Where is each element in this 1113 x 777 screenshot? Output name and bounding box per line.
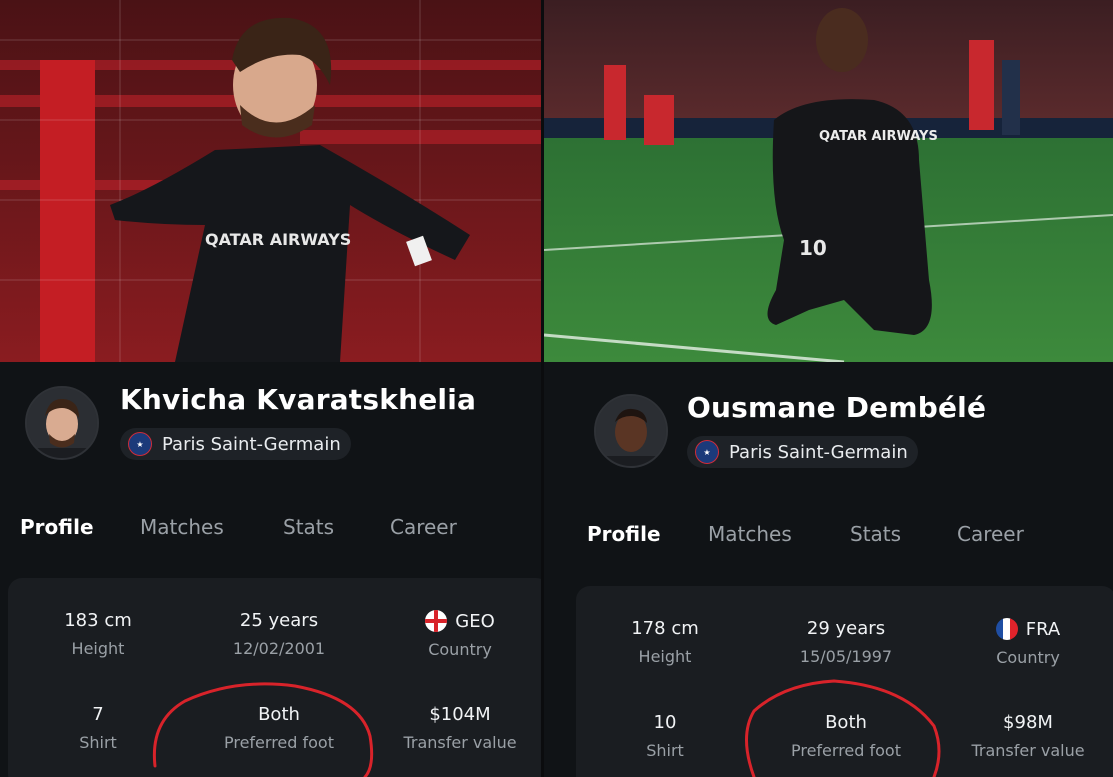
tab-matches[interactable]: Matches	[140, 515, 224, 539]
jersey-sponsor-text: QATAR AIRWAYS	[205, 230, 351, 249]
stat-preferred-foot: Both Preferred foot	[223, 704, 334, 752]
player-photo-dembele: QATAR AIRWAYS 10	[544, 0, 1113, 362]
stat-height: 178 cm Height	[631, 618, 699, 666]
player-avatar	[25, 386, 99, 460]
psg-crest-icon: ★	[695, 440, 719, 464]
player-panel-right: QATAR AIRWAYS 10 Ousmane Dembélé ★ Paris…	[544, 0, 1113, 777]
club-chip[interactable]: ★ Paris Saint-Germain	[687, 436, 918, 468]
stat-country: FRA Country	[995, 618, 1061, 667]
shirt-number-text: 10	[799, 236, 827, 260]
stat-transfer-value: $104M Transfer value	[403, 704, 517, 752]
profile-stats-card: 178 cm Height 29 years 15/05/1997 FRA Co…	[576, 586, 1113, 777]
player-photo-kvaratskhelia: QATAR AIRWAYS	[0, 0, 541, 362]
club-name: Paris Saint-Germain	[729, 441, 908, 463]
stat-height: 183 cm Height	[64, 610, 132, 658]
stat-transfer-value: $98M Transfer value	[971, 712, 1085, 760]
tab-career[interactable]: Career	[390, 515, 457, 539]
jersey-sponsor-text: QATAR AIRWAYS	[819, 129, 938, 144]
stat-shirt: 7 Shirt	[79, 704, 117, 752]
georgia-flag-icon	[425, 610, 448, 632]
player-name: Ousmane Dembélé	[687, 391, 987, 424]
psg-crest-icon: ★	[128, 432, 152, 456]
france-flag-icon	[995, 618, 1018, 640]
player-avatar	[594, 394, 668, 468]
club-name: Paris Saint-Germain	[162, 433, 341, 455]
stat-age: 29 years 15/05/1997	[799, 618, 893, 666]
tab-stats[interactable]: Stats	[283, 515, 334, 539]
tab-profile[interactable]: Profile	[20, 515, 94, 539]
tab-career[interactable]: Career	[957, 522, 1024, 546]
stat-shirt: 10 Shirt	[646, 712, 684, 760]
stat-country: GEO Country	[385, 610, 535, 659]
tab-matches[interactable]: Matches	[708, 522, 792, 546]
stat-age: 25 years 12/02/2001	[232, 610, 326, 658]
tab-stats[interactable]: Stats	[850, 522, 901, 546]
player-name: Khvicha Kvaratskhelia	[120, 383, 477, 416]
stat-preferred-foot: Both Preferred foot	[790, 712, 901, 760]
player-panel-left: QATAR AIRWAYS Khvicha Kvaratskhelia ★ Pa…	[0, 0, 541, 777]
profile-stats-card: 183 cm Height 25 years 12/02/2001 GEO Co…	[8, 578, 541, 777]
club-chip[interactable]: ★ Paris Saint-Germain	[120, 428, 351, 460]
tab-profile[interactable]: Profile	[587, 522, 661, 546]
